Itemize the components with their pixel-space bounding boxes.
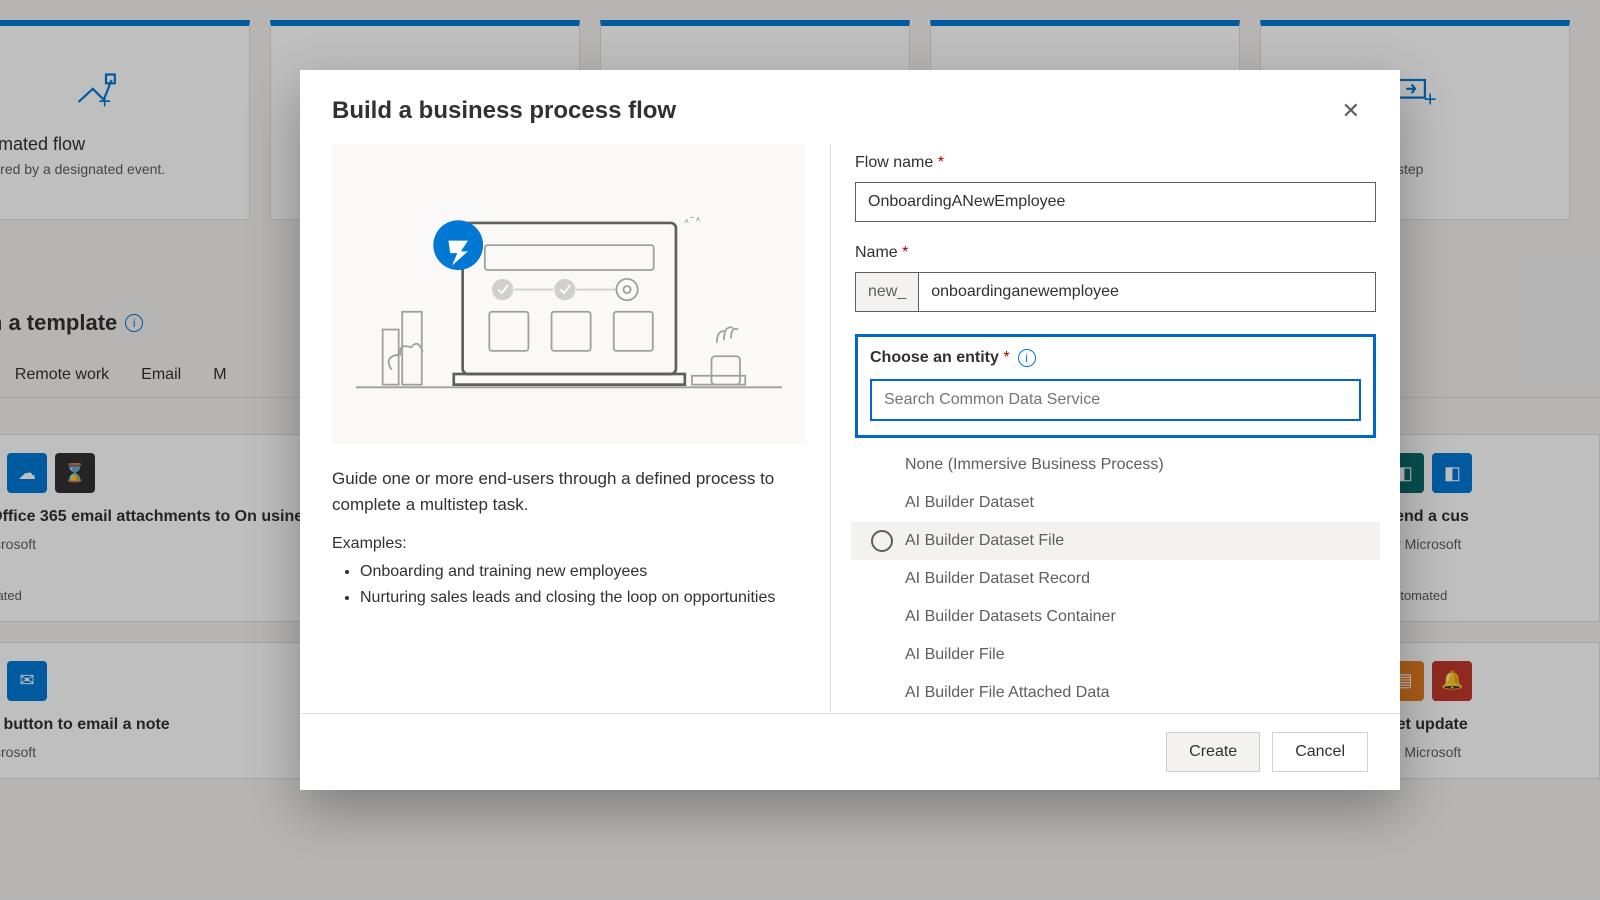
entity-option[interactable]: AI Builder Dataset File (851, 522, 1380, 560)
entity-option[interactable]: AI Builder File Attached Data (851, 674, 1380, 712)
name-label: Name * (855, 244, 1376, 262)
example-item: Onboarding and training new employees (360, 559, 806, 585)
modal-form-pane: Flow name * Name * new_ Choose an entity… (830, 144, 1400, 713)
entity-option[interactable]: AI Builder Datasets Container (851, 598, 1380, 636)
flow-name-input[interactable] (855, 182, 1376, 222)
entity-dropdown: None (Immersive Business Process) AI Bui… (851, 446, 1380, 712)
entity-option[interactable]: None (Immersive Business Process) (851, 446, 1380, 484)
create-button[interactable]: Create (1166, 732, 1260, 772)
name-prefix: new_ (855, 272, 918, 312)
name-input[interactable] (918, 272, 1376, 312)
examples-heading: Examples: (332, 535, 806, 553)
entity-option[interactable]: AI Builder Dataset Record (851, 560, 1380, 598)
build-bpf-modal: Build a business process flow ✕ (300, 70, 1400, 790)
info-icon[interactable]: i (1018, 349, 1036, 367)
modal-title: Build a business process flow (332, 97, 676, 125)
illustration (332, 144, 806, 444)
examples-list: Onboarding and training new employees Nu… (332, 559, 806, 610)
entity-field-highlight: Choose an entity * i (855, 334, 1376, 438)
entity-label: Choose an entity * (870, 349, 1010, 367)
modal-left-pane: Guide one or more end-users through a de… (300, 144, 830, 713)
entity-option[interactable]: AI Builder Dataset (851, 484, 1380, 522)
close-icon[interactable]: ✕ (1334, 94, 1368, 128)
entity-option[interactable]: AI Builder File (851, 636, 1380, 674)
cancel-button[interactable]: Cancel (1272, 732, 1368, 772)
flow-name-label: Flow name * (855, 154, 1376, 172)
modal-description: Guide one or more end-users through a de… (332, 466, 806, 517)
entity-search-input[interactable] (870, 379, 1361, 421)
example-item: Nurturing sales leads and closing the lo… (360, 585, 806, 611)
